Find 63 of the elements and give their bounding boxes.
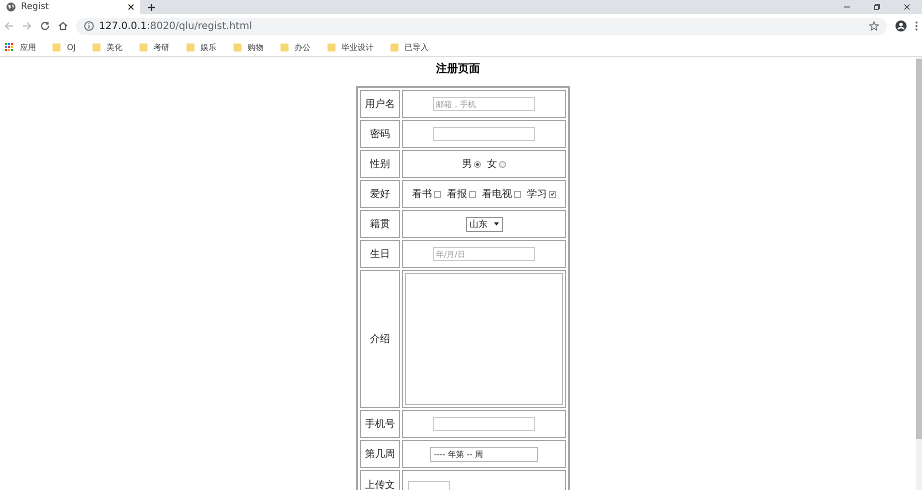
province-dropdown[interactable]: 山东 bbox=[466, 216, 502, 232]
restore-icon[interactable] bbox=[874, 4, 880, 10]
field-label: 用户名 bbox=[360, 90, 400, 118]
folder-icon bbox=[280, 42, 289, 52]
minimize-icon[interactable] bbox=[844, 4, 850, 10]
checkbox[interactable] bbox=[434, 190, 441, 198]
new-tab-icon[interactable] bbox=[148, 4, 155, 10]
week-input[interactable]: ---- 年第 -- 周 bbox=[430, 446, 538, 462]
bookmark-item[interactable]: 办公 bbox=[280, 42, 311, 52]
bookmark-item[interactable]: 美化 bbox=[92, 42, 123, 52]
star-icon[interactable] bbox=[869, 21, 879, 31]
field-label: 籍贯 bbox=[360, 210, 400, 238]
bookmark-item[interactable]: 购物 bbox=[232, 42, 264, 52]
checkbox[interactable] bbox=[514, 190, 521, 198]
bookmark-item[interactable]: 毕业设计 bbox=[326, 42, 374, 52]
scrollbar-thumb[interactable] bbox=[916, 59, 922, 439]
field-label: 爱好 bbox=[360, 180, 400, 208]
option-label: 看报 bbox=[447, 188, 467, 201]
option-label: 看书 bbox=[412, 188, 432, 201]
field-label: 介绍 bbox=[360, 270, 400, 408]
checkbox[interactable] bbox=[549, 190, 556, 198]
globe-icon bbox=[6, 2, 16, 12]
folder-icon bbox=[186, 42, 195, 52]
folder-icon bbox=[52, 42, 61, 52]
info-icon bbox=[84, 21, 94, 31]
option-label: 男 bbox=[462, 158, 472, 171]
folder-icon bbox=[92, 42, 101, 52]
page-title: 注册页面 bbox=[436, 61, 480, 76]
field-label: 密码 bbox=[360, 120, 400, 148]
field-label: 性别 bbox=[360, 150, 400, 178]
account-icon[interactable] bbox=[895, 20, 907, 32]
browser-tab[interactable]: Regist bbox=[0, 0, 140, 14]
field-label: 生日 bbox=[360, 240, 400, 268]
field-label: 第几周 bbox=[360, 440, 400, 468]
option-label: 学习 bbox=[527, 188, 547, 201]
menu-icon[interactable] bbox=[915, 21, 918, 31]
radio-button[interactable] bbox=[474, 160, 481, 168]
folder-icon bbox=[232, 42, 242, 52]
date-input[interactable]: 年/月/日 bbox=[433, 247, 535, 261]
address-bar[interactable]: 127.0.0.1:8020/qlu/regist.html bbox=[76, 18, 887, 34]
close-tab-icon[interactable] bbox=[128, 4, 134, 10]
folder-icon bbox=[138, 42, 148, 52]
bookmark-item[interactable]: OJ bbox=[52, 42, 76, 52]
bookmark-item[interactable]: 已导入 bbox=[390, 42, 429, 52]
close-icon[interactable] bbox=[904, 4, 910, 10]
field-label: 手机号 bbox=[360, 410, 400, 438]
text-input[interactable]: 邮箱，手机 bbox=[433, 97, 535, 111]
bookmark-item[interactable]: 娱乐 bbox=[186, 42, 217, 52]
reload-icon[interactable] bbox=[40, 21, 50, 31]
option-label: 女 bbox=[487, 158, 497, 171]
text-input[interactable] bbox=[433, 127, 535, 141]
field-label: 上传文 bbox=[360, 470, 400, 490]
radio-button[interactable] bbox=[499, 160, 506, 168]
text-input[interactable] bbox=[433, 417, 535, 431]
caret-icon bbox=[494, 222, 498, 226]
bookmark-item[interactable]: 应用 bbox=[5, 42, 36, 52]
option-label: 看电视 bbox=[482, 188, 512, 201]
checkbox[interactable] bbox=[469, 190, 476, 198]
folder-icon bbox=[326, 42, 336, 52]
bookmark-item[interactable]: 考研 bbox=[138, 42, 170, 52]
apps-grid-icon bbox=[5, 42, 14, 52]
home-icon[interactable] bbox=[58, 21, 68, 31]
folder-icon bbox=[390, 42, 399, 52]
